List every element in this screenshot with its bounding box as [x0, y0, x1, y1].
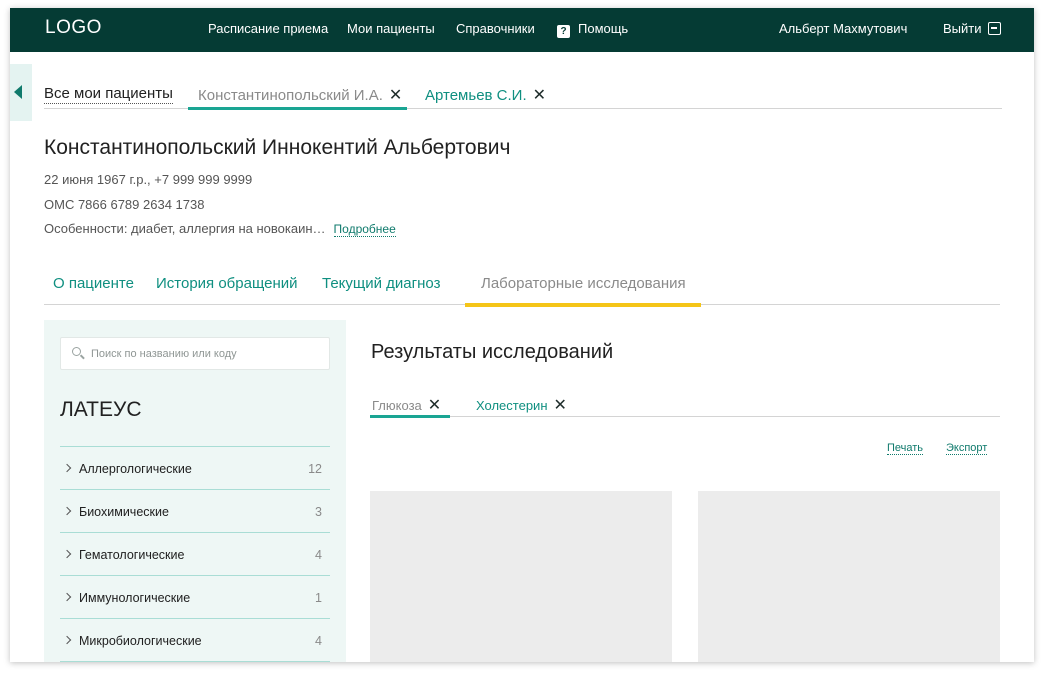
tab-about-patient[interactable]: О пациенте	[53, 275, 134, 292]
logout-label: Выйти	[943, 21, 982, 36]
category-label: Гематологические	[79, 548, 185, 562]
category-label: Аллергологические	[79, 462, 192, 476]
category-count: 3	[315, 505, 322, 519]
tab-patient-label: Артемьев С.И.	[425, 87, 527, 104]
app-window: LOGO Расписание приема Мои пациенты Спра…	[10, 8, 1034, 662]
top-navigation-bar: LOGO Расписание приема Мои пациенты Спра…	[10, 8, 1034, 52]
active-result-tab-indicator	[370, 415, 450, 418]
result-card-placeholder	[698, 491, 1000, 662]
result-tab-glucose[interactable]: Глюкоза ✕	[372, 395, 441, 415]
collapse-sidebar-button[interactable]	[10, 64, 32, 121]
patient-oms: ОМС 7866 6789 2634 1738	[44, 197, 205, 212]
patient-birth-phone: 22 июня 1967 г.р., +7 999 999 9999	[44, 172, 253, 187]
close-icon[interactable]: ✕	[533, 87, 546, 104]
patient-features-text: Особенности: диабет, аллергия на новокаи…	[44, 221, 326, 236]
close-icon[interactable]: ✕	[428, 397, 441, 414]
category-count: 4	[315, 548, 322, 562]
search-icon	[72, 347, 81, 356]
category-item-microbiology[interactable]: Микробиологические 4	[60, 618, 330, 661]
close-icon[interactable]: ✕	[389, 87, 402, 104]
result-tab-label: Холестерин	[476, 398, 548, 413]
tab-patient-konstantinopolsky[interactable]: Константинопольский И.А. ✕	[198, 85, 402, 105]
nav-my-patients[interactable]: Мои пациенты	[347, 21, 435, 36]
patient-features: Особенности: диабет, аллергия на новокаи…	[44, 221, 396, 237]
nav-schedule[interactable]: Расписание приема	[208, 21, 328, 36]
close-icon[interactable]: ✕	[554, 397, 567, 414]
lab-search-input[interactable]: Поиск по названию или коду	[60, 337, 330, 370]
tab-visit-history[interactable]: История обращений	[156, 275, 298, 292]
active-patient-tab-indicator	[188, 107, 407, 110]
result-tabs-divider	[370, 416, 1000, 417]
category-list: Аллергологические 12 Биохимические 3 Гем…	[60, 446, 330, 662]
result-tab-cholesterol[interactable]: Холестерин ✕	[476, 395, 567, 415]
more-details-link[interactable]: Подробнее	[333, 222, 396, 237]
category-count: 12	[308, 462, 322, 476]
category-item-allergology[interactable]: Аллергологические 12	[60, 446, 330, 489]
chevron-left-icon	[14, 85, 22, 99]
tab-patient-artemyev[interactable]: Артемьев С.И. ✕	[425, 85, 546, 105]
user-name[interactable]: Альберт Махмутович	[779, 21, 907, 36]
chevron-right-icon	[62, 463, 72, 473]
tab-lab-tests[interactable]: Лабораторные исследования	[481, 275, 686, 292]
category-count: 4	[315, 634, 322, 648]
category-item-immunology[interactable]: Иммунологические 1	[60, 575, 330, 618]
lab-title: ЛАТЕУС	[60, 398, 142, 421]
category-item-biochemistry[interactable]: Биохимические 3	[60, 489, 330, 532]
tab-all-patients[interactable]: Все мои пациенты	[44, 85, 173, 104]
chevron-right-icon	[62, 635, 72, 645]
logo[interactable]: LOGO	[45, 17, 102, 39]
chevron-right-icon	[62, 506, 72, 516]
category-item-hematology[interactable]: Гематологические 4	[60, 532, 330, 575]
chevron-right-icon	[62, 549, 72, 559]
active-section-tab-indicator	[465, 303, 701, 307]
chevron-right-icon	[62, 592, 72, 602]
tab-current-diagnosis[interactable]: Текущий диагноз	[322, 275, 440, 292]
patient-name: Константинопольский Иннокентий Альбертов…	[44, 136, 511, 159]
search-placeholder: Поиск по названию или коду	[91, 348, 237, 360]
help-icon: ?	[557, 25, 570, 38]
nav-help-label: Помощь	[578, 21, 629, 36]
category-list-end-divider	[60, 661, 330, 662]
category-label: Иммунологические	[79, 591, 191, 605]
category-count: 1	[315, 591, 322, 605]
nav-references[interactable]: Справочники	[456, 21, 535, 36]
results-title: Результаты исследований	[371, 341, 614, 363]
logout-icon	[987, 22, 1001, 35]
logout-button[interactable]: Выйти	[943, 21, 1001, 36]
export-link[interactable]: Экспорт	[946, 442, 988, 455]
category-label: Биохимические	[79, 505, 169, 519]
result-tab-label: Глюкоза	[372, 398, 422, 413]
category-label: Микробиологические	[79, 634, 202, 648]
result-card-placeholder	[370, 491, 672, 662]
nav-help[interactable]: ? Помощь	[557, 21, 628, 38]
tab-patient-label: Константинопольский И.А.	[198, 87, 383, 104]
lab-catalog-panel: Поиск по названию или коду ЛАТЕУС Аллерг…	[44, 320, 346, 662]
print-link[interactable]: Печать	[887, 442, 924, 455]
